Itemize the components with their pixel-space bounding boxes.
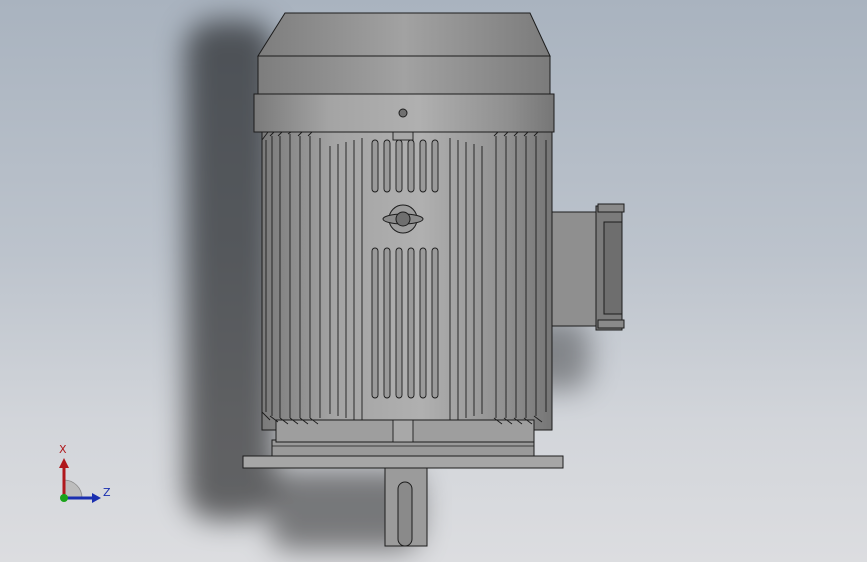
mounting-flange	[242, 439, 564, 469]
motor-shaft	[384, 467, 428, 547]
triad-z-label: Z	[103, 486, 111, 499]
graphics-viewport[interactable]: X Z	[0, 0, 867, 562]
triad-x-label: X	[59, 443, 67, 456]
view-triad	[59, 458, 101, 503]
fan-cover	[253, 12, 555, 133]
motor-3d-model[interactable]	[0, 0, 867, 562]
motor-body	[261, 129, 553, 443]
y-axis-dot	[60, 494, 68, 502]
